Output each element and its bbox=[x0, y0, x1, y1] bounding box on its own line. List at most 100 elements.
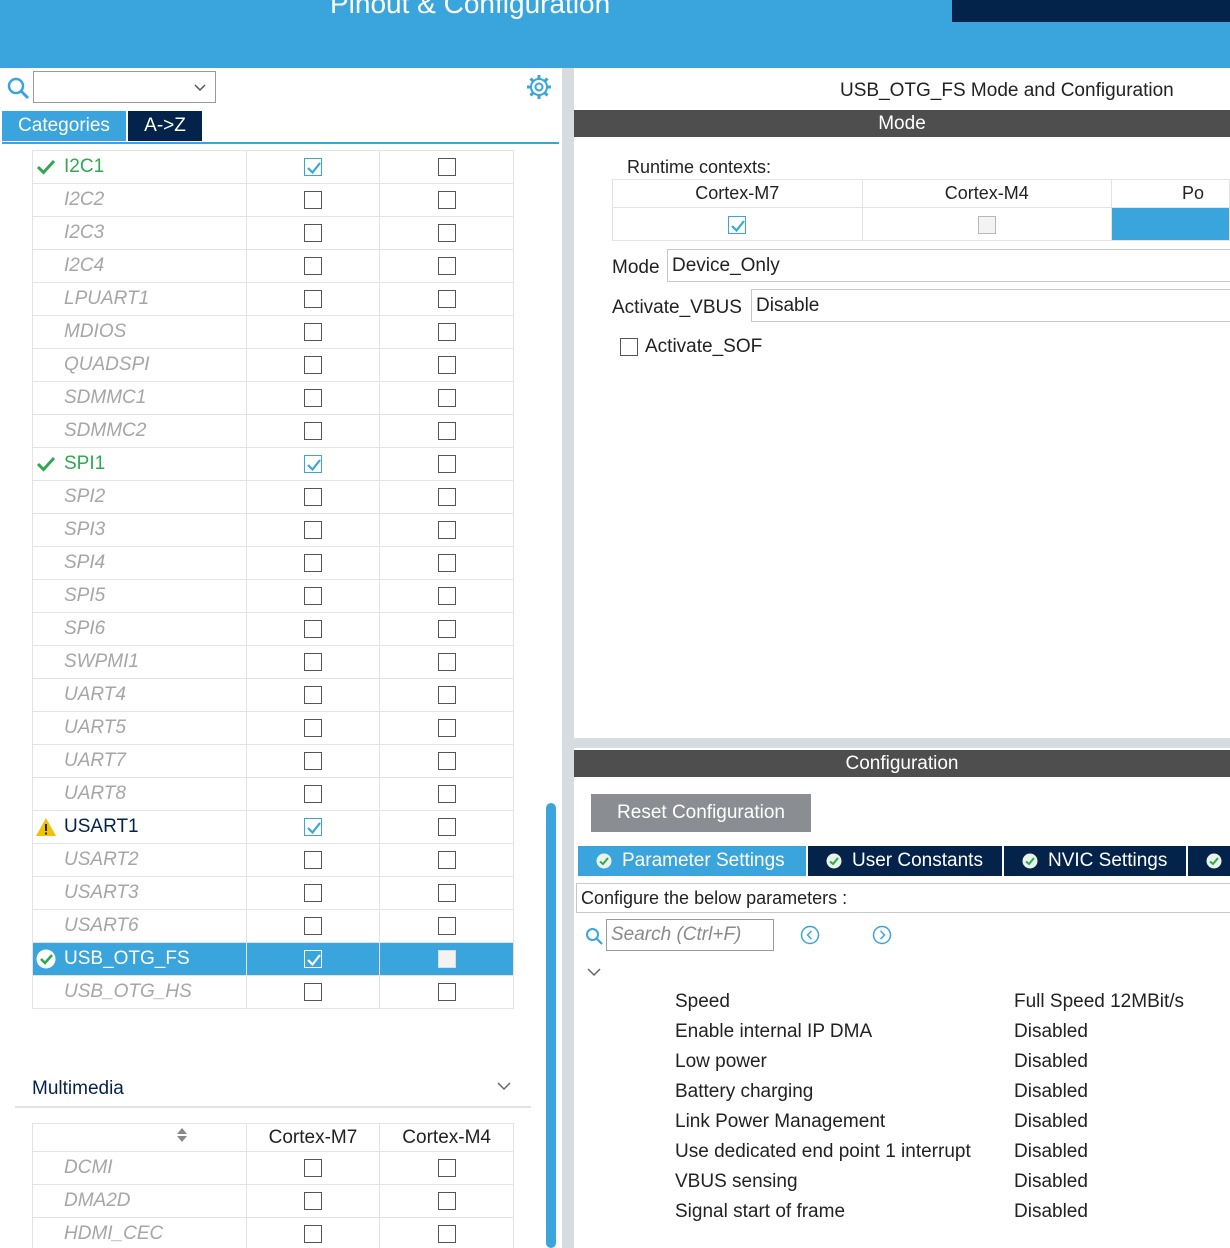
peripheral-name[interactable]: I2C4 bbox=[32, 249, 247, 283]
checkbox-unchecked[interactable] bbox=[437, 685, 456, 704]
checkbox-unchecked[interactable] bbox=[304, 883, 323, 902]
runtime-cell-po[interactable] bbox=[1111, 207, 1230, 241]
peripheral-row[interactable]: SDMMC2 bbox=[32, 414, 514, 448]
checkbox-unchecked[interactable] bbox=[304, 190, 323, 209]
checkbox-unchecked[interactable] bbox=[437, 157, 456, 176]
peripheral-row[interactable]: SWPMI1 bbox=[32, 645, 514, 679]
checkbox-unchecked[interactable] bbox=[304, 256, 323, 275]
checkbox-unchecked[interactable] bbox=[304, 982, 323, 1001]
peripheral-row[interactable]: SPI4 bbox=[32, 546, 514, 580]
peripheral-name[interactable]: UART7 bbox=[32, 744, 247, 778]
peripheral-name[interactable]: USB_OTG_FS bbox=[32, 942, 247, 976]
peripheral-row[interactable]: I2C3 bbox=[32, 216, 514, 250]
search-icon[interactable] bbox=[6, 76, 30, 100]
checkbox-unchecked[interactable] bbox=[437, 553, 456, 572]
category-multimedia[interactable]: Multimedia bbox=[32, 1078, 124, 1100]
peripheral-name[interactable]: USART6 bbox=[32, 909, 247, 943]
peripheral-name[interactable]: USART3 bbox=[32, 876, 247, 910]
peripheral-name[interactable]: SPI2 bbox=[32, 480, 247, 514]
peripheral-name[interactable]: LPUART1 bbox=[32, 282, 247, 316]
checkbox-unchecked[interactable] bbox=[437, 1224, 456, 1243]
peripheral-name[interactable]: DCMI bbox=[32, 1151, 247, 1185]
next-icon[interactable] bbox=[872, 925, 892, 945]
panel-splitter-horizontal[interactable] bbox=[574, 738, 1230, 748]
tab-nvic-settings[interactable]: NVIC Settings bbox=[1004, 846, 1186, 876]
peripheral-name[interactable]: USART1 bbox=[32, 810, 247, 844]
checkbox-unchecked[interactable] bbox=[304, 223, 323, 242]
activate-vbus-select[interactable]: Disable bbox=[751, 289, 1230, 322]
parameter-value[interactable]: Disabled bbox=[1014, 1021, 1088, 1043]
peripheral-row[interactable]: I2C4 bbox=[32, 249, 514, 283]
peripheral-row[interactable]: USART1 bbox=[32, 810, 514, 844]
reset-configuration-button[interactable]: Reset Configuration bbox=[591, 794, 811, 832]
peripheral-name[interactable]: MDIOS bbox=[32, 315, 247, 349]
peripheral-row[interactable]: SPI6 bbox=[32, 612, 514, 646]
peripheral-row[interactable]: USB_OTG_FS bbox=[32, 942, 514, 976]
peripheral-name[interactable]: DMA2D bbox=[32, 1184, 247, 1218]
panel-splitter[interactable] bbox=[562, 68, 574, 1248]
parameter-value[interactable]: Full Speed 12MBit/s bbox=[1014, 991, 1184, 1013]
previous-icon[interactable] bbox=[800, 925, 820, 945]
checkbox-unchecked[interactable] bbox=[437, 751, 456, 770]
peripheral-row[interactable]: USART3 bbox=[32, 876, 514, 910]
parameter-value[interactable]: Disabled bbox=[1014, 1201, 1088, 1223]
parameter-name[interactable]: Speed bbox=[675, 991, 730, 1013]
checkbox-checked[interactable] bbox=[304, 454, 323, 473]
runtime-checkbox-cortex-m7[interactable] bbox=[728, 215, 747, 234]
checkbox-unchecked[interactable] bbox=[437, 916, 456, 935]
checkbox-checked[interactable] bbox=[304, 949, 323, 968]
parameter-value[interactable]: Disabled bbox=[1014, 1111, 1088, 1133]
checkbox-unchecked[interactable] bbox=[304, 652, 323, 671]
checkbox-unchecked[interactable] bbox=[304, 751, 323, 770]
checkbox-unchecked[interactable] bbox=[437, 949, 456, 968]
peripheral-row[interactable]: QUADSPI bbox=[32, 348, 514, 382]
checkbox-unchecked[interactable] bbox=[437, 190, 456, 209]
chevron-down-icon[interactable] bbox=[587, 965, 601, 979]
checkbox-unchecked[interactable] bbox=[437, 784, 456, 803]
peripheral-row[interactable]: DMA2D bbox=[32, 1184, 514, 1218]
mode-select[interactable]: Device_Only bbox=[667, 249, 1230, 282]
checkbox-unchecked[interactable] bbox=[437, 883, 456, 902]
peripheral-name[interactable]: SPI4 bbox=[32, 546, 247, 580]
peripheral-row[interactable]: SPI5 bbox=[32, 579, 514, 613]
checkbox-unchecked[interactable] bbox=[437, 289, 456, 308]
checkbox-unchecked[interactable] bbox=[303, 1224, 322, 1243]
peripheral-row[interactable]: UART4 bbox=[32, 678, 514, 712]
checkbox-unchecked[interactable] bbox=[304, 421, 323, 440]
peripheral-row[interactable]: USB_OTG_HS bbox=[32, 975, 514, 1009]
checkbox-unchecked[interactable] bbox=[304, 784, 323, 803]
column-header-cortex-m7[interactable]: Cortex-M7 bbox=[245, 1123, 381, 1152]
parameter-name[interactable]: Use dedicated end point 1 interrupt bbox=[675, 1141, 971, 1163]
checkbox-unchecked[interactable] bbox=[304, 388, 323, 407]
peripheral-name[interactable]: SPI6 bbox=[32, 612, 247, 646]
checkbox-checked[interactable] bbox=[304, 817, 323, 836]
parameter-name[interactable]: Signal start of frame bbox=[675, 1201, 845, 1223]
peripheral-name[interactable]: USART2 bbox=[32, 843, 247, 877]
peripheral-row[interactable]: SDMMC1 bbox=[32, 381, 514, 415]
checkbox-unchecked[interactable] bbox=[437, 619, 456, 638]
column-header-cortex-m4[interactable]: Cortex-M4 bbox=[379, 1123, 514, 1152]
peripheral-name[interactable]: SWPMI1 bbox=[32, 645, 247, 679]
peripheral-name[interactable]: SPI3 bbox=[32, 513, 247, 547]
tab-categories[interactable]: Categories bbox=[2, 111, 126, 141]
parameter-name[interactable]: Battery charging bbox=[675, 1081, 813, 1103]
peripheral-row[interactable]: USART6 bbox=[32, 909, 514, 943]
checkbox-unchecked[interactable] bbox=[437, 256, 456, 275]
sort-header[interactable] bbox=[32, 1123, 247, 1152]
checkbox-unchecked[interactable] bbox=[437, 850, 456, 869]
checkbox-unchecked[interactable] bbox=[437, 388, 456, 407]
checkbox-unchecked[interactable] bbox=[304, 553, 323, 572]
peripheral-name[interactable]: UART4 bbox=[32, 678, 247, 712]
tab-parameter-settings[interactable]: Parameter Settings bbox=[578, 846, 806, 876]
checkbox-unchecked[interactable] bbox=[437, 718, 456, 737]
tab-user-constants[interactable]: User Constants bbox=[808, 846, 1002, 876]
parameter-value[interactable]: Disabled bbox=[1014, 1141, 1088, 1163]
chevron-down-icon[interactable] bbox=[496, 1078, 512, 1094]
checkbox-unchecked[interactable] bbox=[437, 487, 456, 506]
checkbox-unchecked[interactable] bbox=[437, 355, 456, 374]
checkbox-unchecked[interactable] bbox=[304, 355, 323, 374]
gear-icon[interactable] bbox=[526, 74, 552, 100]
scrollbar-thumb[interactable] bbox=[546, 803, 556, 1248]
parameter-name[interactable]: Low power bbox=[675, 1051, 767, 1073]
checkbox-unchecked[interactable] bbox=[304, 619, 323, 638]
